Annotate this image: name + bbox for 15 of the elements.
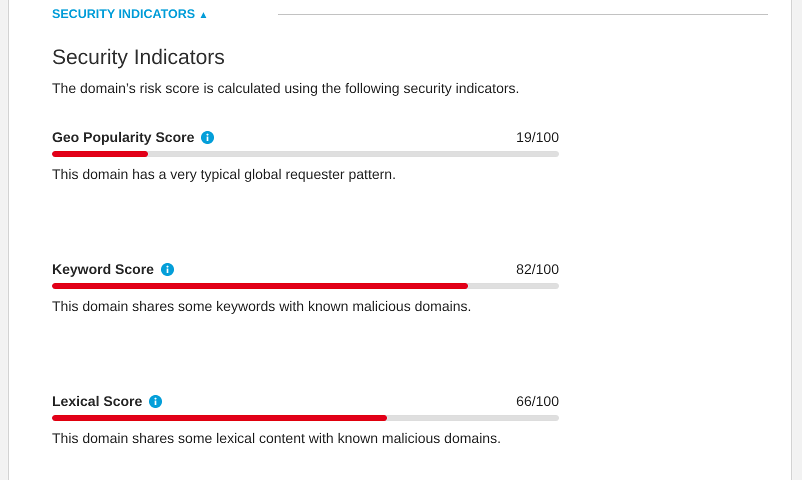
section-description: The domain’s risk score is calculated using the following security indicators. [52,80,520,96]
indicator-description: This domain shares some keywords with known malicious domains. [52,297,472,316]
indicator-score: 19/100 [516,129,559,145]
indicator-score: 82/100 [516,261,559,277]
info-icon[interactable] [149,394,162,408]
indicator-description: This domain shares some lexical content with known malicious domains. [52,429,502,448]
indicator-description: This domain has a very typical global requester pattern. [52,165,397,184]
indicator-score: 66/100 [516,393,559,409]
section-toggle[interactable]: SECURITY INDICATORS ▲ [52,7,208,21]
section-title: Security Indicators [52,46,226,70]
indicator-name: Geo Popularity Score [52,129,194,145]
indicator-name: Lexical Score [52,393,142,409]
indicator-name: Keyword Score [52,261,154,277]
info-icon[interactable] [201,130,214,144]
info-icon[interactable] [160,262,174,276]
